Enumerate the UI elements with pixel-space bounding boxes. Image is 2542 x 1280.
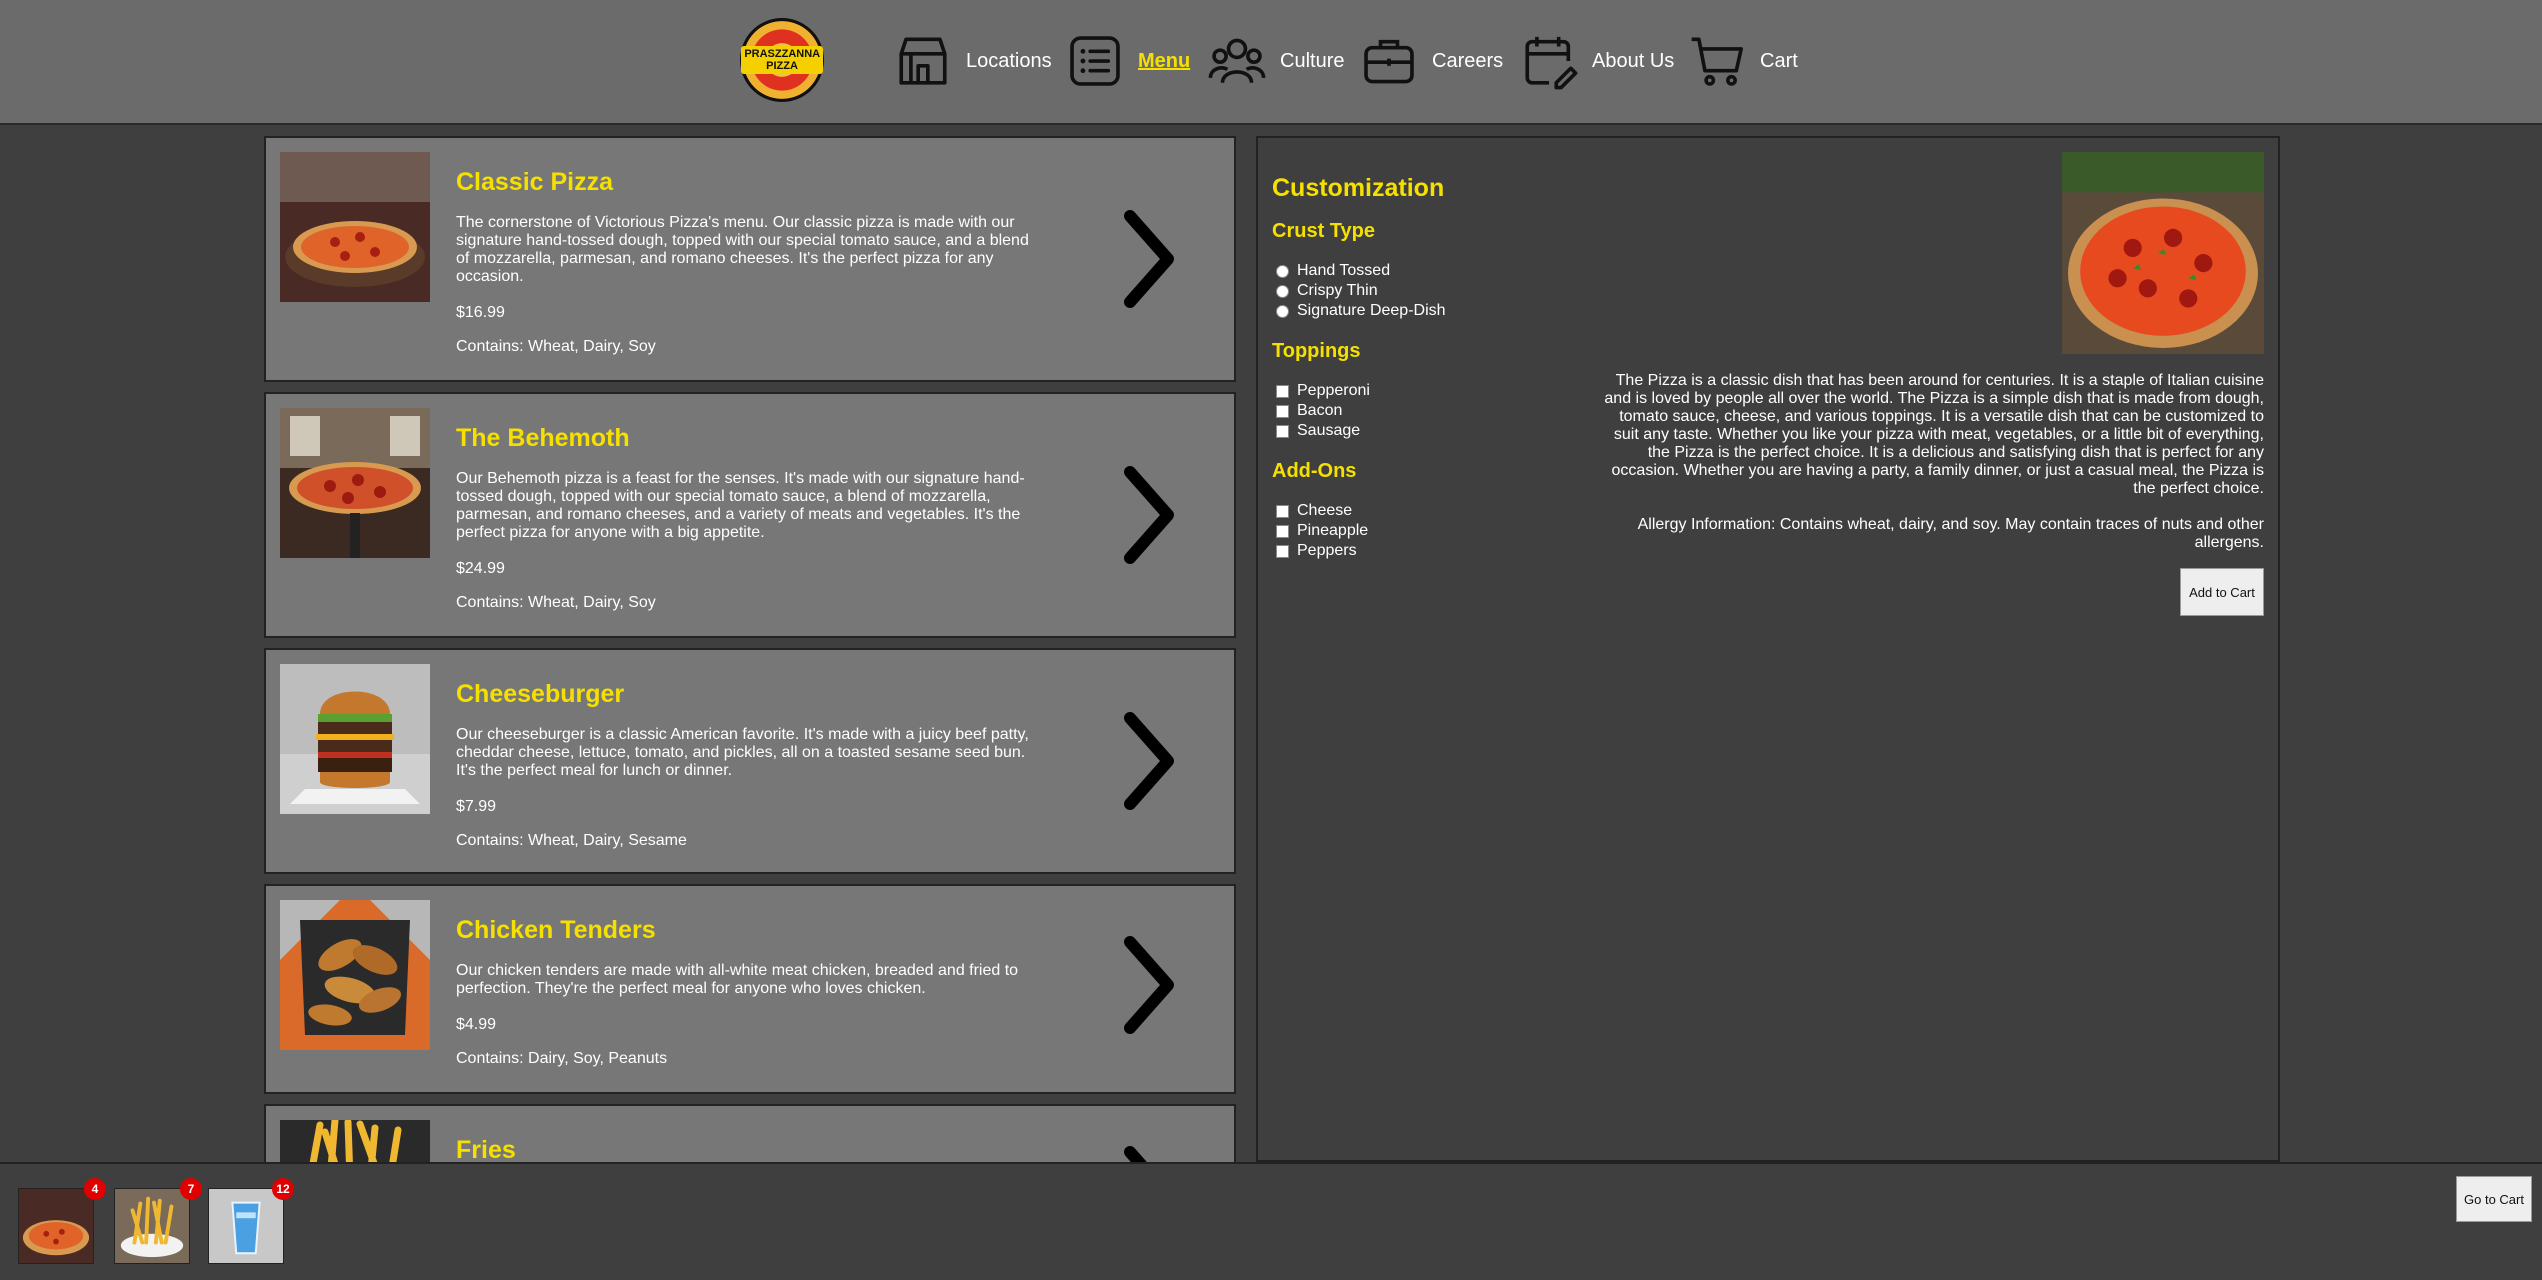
menu-item-description: Our cheeseburger is a classic American f…: [456, 726, 1029, 779]
add-ons-heading: Add-Ons: [1272, 460, 1357, 482]
cart-item-fries[interactable]: [114, 1188, 190, 1264]
nav-item-cart[interactable]: Cart: [1688, 30, 1798, 92]
menu-item-price: $4.99: [456, 1016, 497, 1033]
nav-label-careers: Careers: [1432, 49, 1504, 72]
menu-item-allergens: Contains: Wheat, Dairy, Sesame: [456, 832, 687, 849]
cart-item-pizza[interactable]: [18, 1188, 94, 1264]
cart-item-drink[interactable]: [208, 1188, 284, 1264]
nav-item-locations[interactable]: Locations: [894, 30, 1052, 92]
menu-item-card[interactable]: Chicken Tenders Our chicken tenders are …: [264, 884, 1236, 1094]
item-description: The Pizza is a classic dish that has bee…: [1604, 372, 2264, 497]
menu-item-card[interactable]: Fries: [264, 1104, 1236, 1162]
list-icon: [1070, 36, 1120, 86]
nav-label-menu: Menu: [1138, 49, 1191, 72]
menu-item-description: The cornerstone of Victorious Pizza's me…: [456, 214, 1029, 285]
nav-label-cart: Cart: [1760, 49, 1798, 72]
checkbox[interactable]: [1276, 424, 1289, 438]
cart-icon: [1691, 37, 1743, 86]
nav-item-menu[interactable]: Menu: [1066, 30, 1190, 92]
storefront-icon: [899, 37, 947, 85]
topping-option-pepperoni[interactable]: Pepperoni: [1276, 382, 1370, 400]
menu-item-card[interactable]: The Behemoth Our Behemoth pizza is a fea…: [264, 392, 1236, 638]
radio-button[interactable]: [1276, 264, 1289, 278]
brand-logo[interactable]: PRASZZANNA PIZZA: [740, 18, 824, 102]
behemoth-pizza-image: [280, 408, 430, 558]
option-label: Crispy Thin: [1297, 282, 1378, 299]
menu-item-title: Classic Pizza: [456, 168, 614, 196]
calendar-edit-icon: [1525, 36, 1578, 90]
fries-image: [280, 1120, 430, 1162]
menu-item-price: $24.99: [456, 560, 505, 577]
menu-item-title: Chicken Tenders: [456, 916, 656, 944]
addon-option-pineapple[interactable]: Pineapple: [1276, 522, 1368, 540]
crust-type-heading: Crust Type: [1272, 220, 1375, 242]
cart-count-badge: 7: [180, 1178, 202, 1200]
top-navbar: PRASZZANNA PIZZA Locations Menu Culture …: [0, 0, 2542, 125]
chevron-right-icon[interactable]: [1118, 1146, 1178, 1162]
option-label: Hand Tossed: [1297, 262, 1391, 279]
checkbox[interactable]: [1276, 544, 1289, 558]
addon-option-peppers[interactable]: Peppers: [1276, 542, 1357, 560]
checkbox[interactable]: [1276, 404, 1289, 418]
customization-title: Customization: [1272, 174, 1445, 202]
menu-item-description: Our chicken tenders are made with all-wh…: [456, 962, 1019, 997]
menu-list[interactable]: Classic Pizza The cornerstone of Victori…: [264, 136, 1236, 1162]
menu-item-price: $16.99: [456, 304, 505, 321]
chevron-right-icon[interactable]: [1118, 936, 1178, 1034]
nav-label-culture: Culture: [1280, 49, 1345, 72]
addon-option-cheese[interactable]: Cheese: [1276, 502, 1352, 520]
chevron-right-icon[interactable]: [1118, 466, 1178, 564]
topping-option-bacon[interactable]: Bacon: [1276, 402, 1342, 420]
menu-item-title: Fries: [456, 1136, 516, 1162]
nav-label-about-us: About Us: [1592, 49, 1675, 72]
chevron-right-icon[interactable]: [1118, 712, 1178, 810]
radio-button[interactable]: [1276, 304, 1289, 318]
chicken-tenders-image: [280, 900, 430, 1050]
classic-pizza-image: [280, 152, 430, 302]
nav-item-about-us[interactable]: About Us: [1520, 30, 1674, 92]
menu-item-allergens: Contains: Dairy, Soy, Peanuts: [456, 1050, 668, 1067]
checkbox[interactable]: [1276, 524, 1289, 538]
logo-text: PRASZZANNA PIZZA: [741, 45, 823, 75]
cart-count-badge: 4: [84, 1178, 106, 1200]
topping-option-sausage[interactable]: Sausage: [1276, 422, 1360, 440]
crust-option-deep-dish[interactable]: Signature Deep-Dish: [1276, 302, 1446, 320]
people-icon: [1208, 38, 1266, 84]
menu-item-title: Cheeseburger: [456, 680, 625, 708]
nav-label-locations: Locations: [966, 49, 1052, 72]
nav-item-culture[interactable]: Culture: [1208, 30, 1344, 92]
menu-item-price: $7.99: [456, 798, 497, 815]
option-label: Signature Deep-Dish: [1297, 302, 1446, 319]
crust-option-hand-tossed[interactable]: Hand Tossed: [1276, 262, 1390, 280]
add-to-cart-button[interactable]: Add to Cart: [2180, 568, 2264, 616]
cart-count-badge: 12: [272, 1178, 294, 1200]
cheeseburger-image: [280, 664, 430, 814]
cart-preview-bar: 4 7 12 Go to Cart: [0, 1162, 2542, 1280]
briefcase-icon: [1364, 39, 1414, 84]
menu-item-allergens: Contains: Wheat, Dairy, Soy: [456, 338, 656, 355]
option-label: Bacon: [1297, 402, 1343, 419]
menu-item-title: The Behemoth: [456, 424, 630, 452]
checkbox[interactable]: [1276, 504, 1289, 518]
option-label: Cheese: [1297, 502, 1353, 519]
toppings-heading: Toppings: [1272, 340, 1361, 362]
customization-panel: Customization Crust Type Hand Tossed Cri…: [1256, 136, 2280, 1162]
option-label: Pineapple: [1297, 522, 1369, 539]
go-to-cart-button[interactable]: Go to Cart: [2456, 1176, 2532, 1222]
option-label: Pepperoni: [1297, 382, 1370, 399]
selected-item-image: [2062, 152, 2264, 354]
allergy-information: Allergy Information: Contains wheat, dai…: [1637, 516, 2264, 551]
crust-option-crispy-thin[interactable]: Crispy Thin: [1276, 282, 1378, 300]
menu-item-card[interactable]: Classic Pizza The cornerstone of Victori…: [264, 136, 1236, 382]
option-label: Sausage: [1297, 422, 1361, 439]
radio-button[interactable]: [1276, 284, 1289, 298]
menu-item-card[interactable]: Cheeseburger Our cheeseburger is a class…: [264, 648, 1236, 874]
menu-item-description: Our Behemoth pizza is a feast for the se…: [456, 470, 1025, 541]
checkbox[interactable]: [1276, 384, 1289, 398]
option-label: Peppers: [1297, 542, 1357, 559]
menu-item-allergens: Contains: Wheat, Dairy, Soy: [456, 594, 656, 611]
nav-item-careers[interactable]: Careers: [1360, 30, 1503, 92]
chevron-right-icon[interactable]: [1118, 210, 1178, 308]
